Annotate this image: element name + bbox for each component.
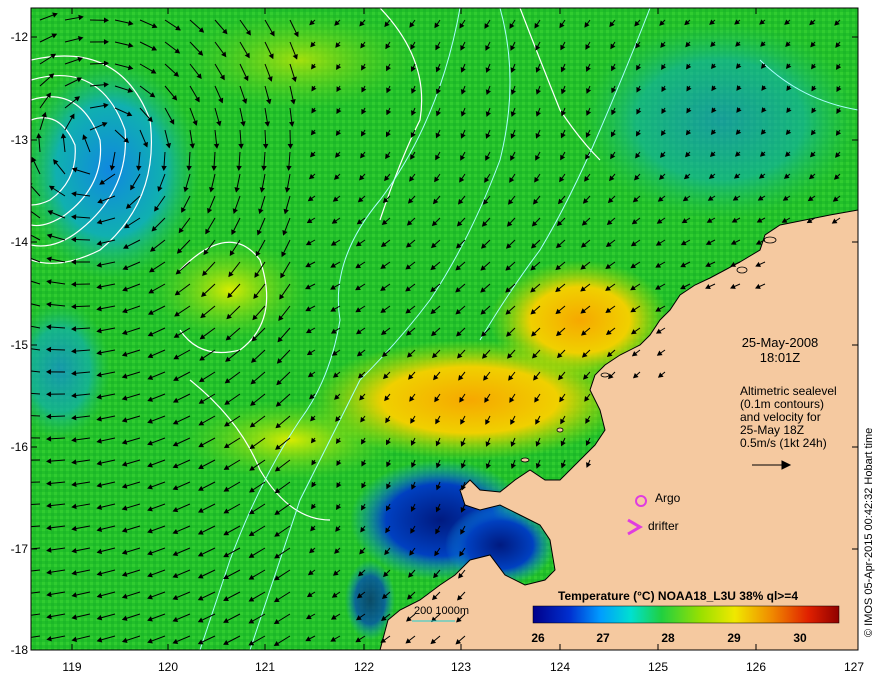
x-tick-label: 122 [353,660,375,674]
velocity-arrow-head [22,636,26,640]
x-tick-label: 124 [549,660,571,674]
y-tick-label: -15 [10,338,28,352]
y-tick-label: -13 [10,133,28,147]
colorbar [533,606,839,623]
velocity-arrow-head [22,592,26,596]
velocity-arrow-head [22,503,26,507]
velocity-arrow-head [25,207,29,211]
colorbar-tick: 26 [531,631,545,645]
y-tick-label: -18 [10,643,28,657]
colorbar-tick: 27 [596,631,610,645]
velocity-arrow-head [22,614,26,618]
colorbar-title: Temperature (°C) NOAA18_L3U 38% ql>=4 [558,589,798,603]
x-tick-label: 125 [647,660,669,674]
bathymetry-legend-label: 200 1000m [414,605,470,617]
x-tick-label: 120 [157,660,179,674]
colorbar-tick: 28 [661,631,675,645]
velocity-arrow-head [22,391,26,395]
altimetry-note: Altimetric sealevel (0.1m contours) and … [740,385,850,450]
y-tick-label: -16 [10,440,28,454]
scale-vector-label: 0.5m/s (1kt 24h) [740,436,827,450]
sea-surface-field [22,8,858,650]
velocity-arrow-head [22,458,26,462]
velocity-arrow-head [22,481,26,485]
velocity-arrow-head [22,570,26,574]
map-time: 18:01Z [759,350,801,365]
argo-label: Argo [655,491,681,505]
y-tick-label: -17 [10,542,28,556]
velocity-arrow-head [22,413,26,417]
velocity-arrow-head [23,301,27,305]
colorbar-tick: 29 [727,631,741,645]
velocity-arrow-head [22,525,26,529]
x-tick-label: 123 [450,660,472,674]
y-tick-label: -12 [10,30,28,44]
date-time-block: 25-May-2008 18:01Z [730,335,830,365]
map-date: 25-May-2008 [741,335,819,350]
x-tick-label: 127 [843,660,865,674]
velocity-arrow-head [22,323,26,327]
colorbar-tick: 30 [793,631,807,645]
x-tick-label: 126 [745,660,767,674]
x-tick-label: 121 [254,660,276,674]
velocity-arrow-head [23,278,27,282]
velocity-arrow-head [22,369,26,373]
y-tick-label: -14 [10,235,28,249]
velocity-arrow-head [23,255,27,259]
drifter-label: drifter [648,519,679,533]
credit-text: © IMOS 05-Apr-2015 00:42:32 Hobart time [863,427,875,637]
x-tick-label: 119 [62,660,82,674]
